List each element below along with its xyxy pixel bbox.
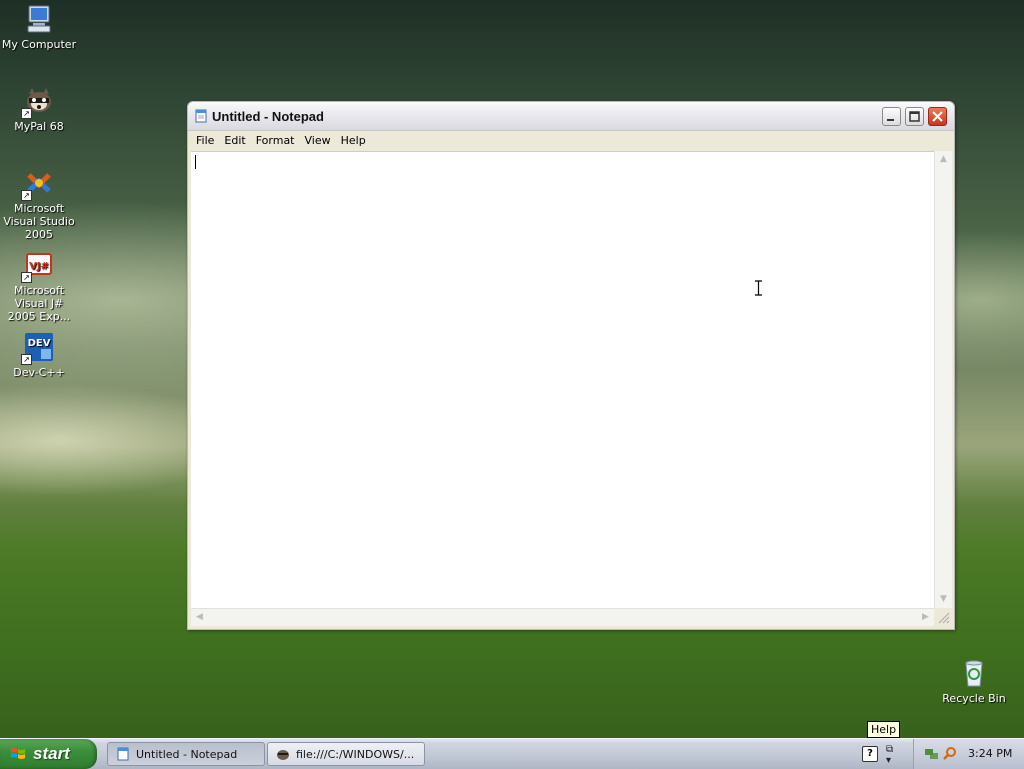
- menu-bar: File Edit Format View Help: [191, 131, 951, 150]
- start-button[interactable]: start: [0, 739, 97, 769]
- vjsharp-icon: VJ# ↗: [21, 249, 55, 283]
- menu-format[interactable]: Format: [251, 131, 300, 150]
- scroll-up-icon[interactable]: ▲: [936, 152, 951, 167]
- desktop-icon-visual-studio[interactable]: ↗ Microsoft Visual Studio 2005: [0, 167, 79, 241]
- scroll-down-icon[interactable]: ▼: [936, 592, 951, 607]
- help-icon[interactable]: ?: [862, 746, 878, 762]
- help-tooltip: Help: [867, 721, 901, 738]
- desktop-icon-mypal[interactable]: ↗ MyPal 68: [0, 85, 79, 133]
- minimize-button[interactable]: [882, 107, 901, 126]
- menu-view[interactable]: View: [300, 131, 336, 150]
- taskbar-button-label: file:///C:/WINDOWS/...: [296, 748, 415, 761]
- desktop-icon-my-computer[interactable]: My Computer: [0, 3, 79, 51]
- menu-edit[interactable]: Edit: [219, 131, 250, 150]
- shortcut-arrow-icon: ↗: [21, 354, 32, 365]
- restore-langbar-icon[interactable]: ⧉ ▾: [886, 744, 893, 766]
- text-editor-area[interactable]: [191, 151, 934, 609]
- scroll-left-icon[interactable]: ◀: [192, 610, 207, 625]
- raccoon-icon: ↗: [21, 85, 55, 119]
- taskbar-button-label: Untitled - Notepad: [136, 748, 238, 761]
- notepad-window: Untitled - Notepad File Edit Format View Hel…: [187, 101, 955, 630]
- menu-file[interactable]: File: [191, 131, 219, 150]
- desktop-icon-recycle-bin[interactable]: Recycle Bin: [934, 657, 1014, 705]
- window-title: Untitled - Notepad: [212, 109, 324, 124]
- shortcut-arrow-icon: ↗: [21, 190, 32, 201]
- recycle-bin-icon: [958, 657, 990, 689]
- language-bar: ? ⧉ ▾: [862, 744, 912, 766]
- shortcut-arrow-icon: ↗: [21, 108, 32, 119]
- resize-grip-icon[interactable]: [934, 608, 951, 625]
- minimize-icon: [887, 119, 894, 121]
- desktop-icon-devcpp[interactable]: DEV ↗ Dev-C++: [0, 331, 79, 379]
- taskbar: start Untitled - Notepad file:///C:/WIND…: [0, 738, 1024, 769]
- network-icon[interactable]: [924, 746, 939, 761]
- desktop-icon-label: Dev-C++: [13, 366, 65, 379]
- text-caret: [195, 155, 196, 169]
- window-titlebar[interactable]: Untitled - Notepad: [188, 102, 954, 131]
- start-label: start: [33, 744, 70, 763]
- close-icon: [932, 111, 943, 122]
- ibeam-cursor-icon: [755, 280, 762, 296]
- horizontal-scrollbar[interactable]: ◀ ▶: [191, 608, 934, 626]
- windows-flag-icon: [11, 748, 25, 759]
- taskbar-button-notepad[interactable]: Untitled - Notepad: [107, 742, 265, 766]
- visual-studio-icon: ↗: [21, 167, 55, 201]
- maximize-button[interactable]: [905, 107, 924, 126]
- desktop-icon-label: My Computer: [1, 38, 77, 51]
- menu-help[interactable]: Help: [336, 131, 371, 150]
- close-button[interactable]: [928, 107, 947, 126]
- svg-text:DEV: DEV: [28, 338, 51, 349]
- notepad-icon: [116, 747, 130, 761]
- desktop-icon-label: MyPal 68: [14, 120, 64, 133]
- taskbar-button-browser[interactable]: file:///C:/WINDOWS/...: [267, 742, 425, 766]
- devcpp-icon: DEV ↗: [21, 331, 55, 365]
- search-icon[interactable]: [942, 746, 957, 761]
- computer-icon: [23, 3, 55, 35]
- desktop-icon-vjsharp[interactable]: VJ# ↗ Microsoft Visual J# 2005 Exp...: [0, 249, 79, 323]
- desktop-icon-label: Recycle Bin: [942, 692, 1006, 705]
- desktop-icon-label: Microsoft Visual Studio 2005: [3, 202, 75, 241]
- svg-text:VJ#: VJ#: [29, 261, 49, 272]
- system-tray: 3:24 PM: [913, 739, 1024, 769]
- shortcut-arrow-icon: ↗: [21, 272, 32, 283]
- clock[interactable]: 3:24 PM: [968, 747, 1012, 760]
- desktop-icon-label: Microsoft Visual J# 2005 Exp...: [7, 284, 71, 323]
- maximize-icon: [909, 111, 920, 122]
- notepad-icon: [194, 109, 208, 123]
- vertical-scrollbar[interactable]: ▲ ▼: [934, 151, 952, 608]
- scroll-right-icon[interactable]: ▶: [918, 610, 933, 625]
- browser-icon: [276, 747, 290, 761]
